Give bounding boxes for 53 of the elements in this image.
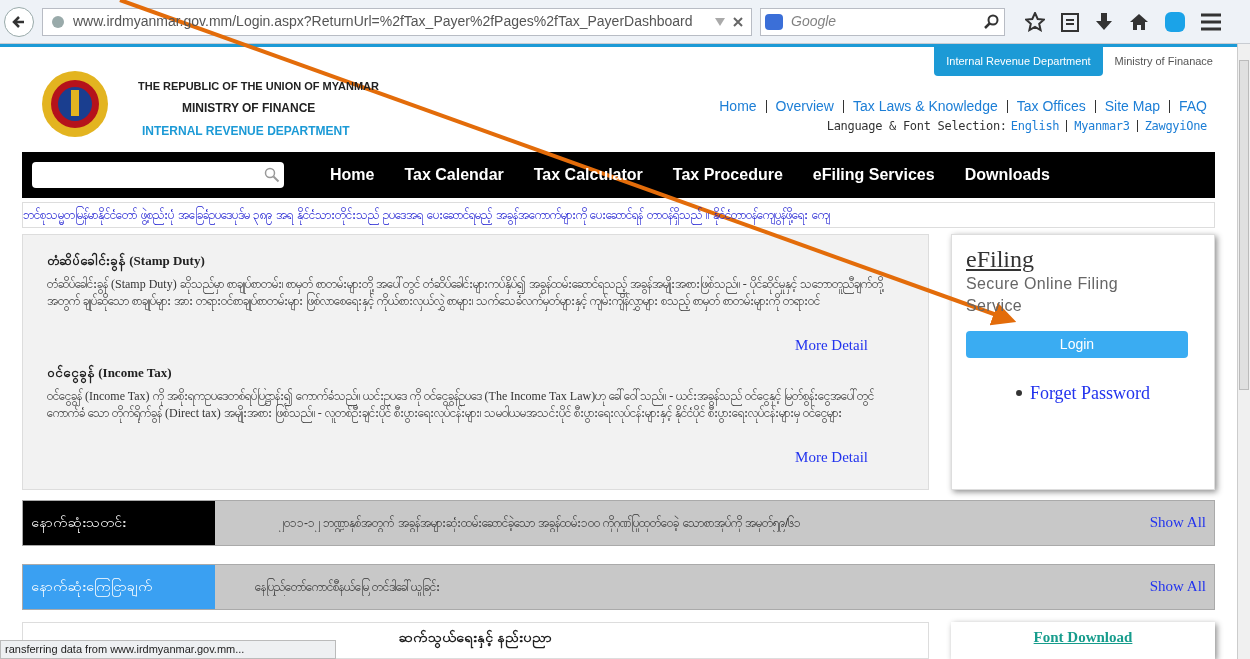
header-link[interactable]: Tax Offices — [1016, 95, 1086, 117]
language-link[interactable]: English — [1010, 116, 1060, 135]
efiling-title: eFiling — [966, 244, 1035, 273]
language-link[interactable]: ZawgyiOne — [1144, 116, 1207, 135]
department-name: INTERNAL REVENUE DEPARTMENT — [142, 123, 351, 140]
header-link[interactable]: Tax Laws & Knowledge — [852, 95, 998, 117]
news-text: ၂၀၁၁-၁၂ ဘဏ္ဍာနှစ်အတွက် အခွန်အများဆုံးထမ်းဆောင်ခဲ့သော အခွန်ထမ်း၁၀၀ ကိုဂုဏ်ပြုထုတ်ဝေခဲ့ သောစာအုပ်ကို အမှတ်၅၉/၆၁ — [279, 513, 803, 532]
search-field[interactable]: Google — [760, 7, 1005, 36]
nav-item[interactable]: Downloads — [964, 162, 1050, 187]
dropdown-icon — [715, 17, 725, 26]
search-icon — [264, 166, 280, 183]
article-title: တံဆိပ်ခေါင်းခွန် (Stamp Duty) — [47, 250, 904, 270]
back-arrow-icon — [12, 14, 26, 29]
font-download-link[interactable]: Font Download — [1033, 625, 1133, 659]
header-link[interactable]: Site Map — [1104, 95, 1160, 117]
article-body: တံဆိပ်ခေါင်းခွန် (Stamp Duty) ဆိုသည်မှာ စာချုပ်စာတမ်း၊ စာမှတ် စာတမ်းများတို့ အပေါ်တွင် တံဆိပ်ခေါင်းများကပ်နှိပ်၍ အခွန်ထမ်းဆောင်ရသည့် အခွန်အမျိုးအစားဖြစ်သည်။ - ပိုင်ဆိုင်မှုနှင့် သဘောတူညီချက်တို့ အတွက် ချုပ်ဆိုသော စာချုပ်များ အား တရားဝင်စာချုပ်စာတမ်းများ ဖြစ်လာစေရေးနှင့် ကိုယ်စားလှယ်လွှဲ စာများ၊ သက်သေခံလက်မှတ်များနှင့် ကျမ်းကျိန်လွှာများ စသည့် စာမှတ် စာတမ်းများကို တရားဝင် — [47, 276, 904, 328]
header-link[interactable]: FAQ — [1179, 95, 1207, 117]
news-label: နောက်ဆုံးကြေငြာချက် — [23, 564, 215, 609]
status-bar: ransferring data from www.irdmyanmar.gov.mm... — [0, 640, 336, 659]
forget-password-link[interactable]: Forget Password — [1029, 379, 1151, 407]
nav-item[interactable]: eFiling Services — [812, 162, 935, 187]
efiling-subtitle: Secure Online Filing Service — [966, 273, 1120, 316]
nav-item[interactable]: Tax Calendar — [404, 162, 504, 187]
login-button[interactable]: Login — [966, 330, 1188, 358]
bullet-icon — [1015, 390, 1022, 396]
news-label: နောက်ဆုံးသတင်း — [23, 500, 215, 545]
header-link[interactable]: Overview — [775, 95, 834, 117]
nav-item[interactable]: Home — [330, 162, 375, 187]
article-title: ဝင်ငွေခွန် (Income Tax) — [47, 362, 904, 382]
show-all-link[interactable]: Show All — [1149, 511, 1206, 534]
nav-item[interactable]: Tax Procedure — [672, 162, 783, 187]
language-link[interactable]: Myanmar3 — [1074, 116, 1130, 135]
show-all-link[interactable]: Show All — [1149, 575, 1206, 598]
menu-icon[interactable] — [1201, 12, 1221, 31]
vertical-scrollbar[interactable] — [1237, 44, 1250, 659]
news-text: နေပြည်တော်ကောင်စီနယ်မြေ တင်ဒါခေါ်ယူခြင်း — [255, 577, 442, 596]
close-icon — [733, 16, 743, 27]
back-button[interactable] — [4, 6, 34, 37]
download-icon[interactable] — [1095, 11, 1113, 32]
more-detail-link[interactable]: More Detail — [795, 334, 868, 357]
header-link[interactable]: Home — [719, 95, 757, 117]
header-line: MINISTRY OF FINANCE — [182, 100, 317, 117]
language-label: Language & Font Selection: — [826, 117, 1007, 135]
site-search-field[interactable] — [32, 161, 284, 188]
star-icon[interactable] — [1025, 11, 1045, 32]
more-detail-link[interactable]: More Detail — [795, 446, 868, 469]
clipboard-icon[interactable] — [1061, 11, 1079, 32]
home-icon[interactable] — [1129, 11, 1149, 32]
article-body: ဝင်ငွေခွန် (Income Tax) ကို အစိုးရကဥပဒေတစ်ရပ်ပြဋ္ဌာန်း၍ ကောက်ခံသည်။ ယင်းဥပဒေ ကို ဝင်ငွေခွန်ဥပဒေ (The Income Tax Law)ဟု ခေါ်ဝေါ်သည်။ - ယင်းအခွန်သည် ဝင်ငွေနှင့် မြတ်စွန်းငွေအပေါ်တွင် ကောက်ခံ သော တိုက်ရိုက်ခွန် (Direct tax) အမျိုးအစား ဖြစ်သည်။ - လူတစ်ဦးချင်းပိုင် စီးပွားရေးလုပ်ငန်းများ၊ သမဝါယမအသင်းပိုင် စီးပွားရေးလုပ်ငန်းများနှင့် နိုင်ငံပိုင် စီးပွားရေးလုပ်ငန်းများမှ ဝင်ငွေများ — [47, 388, 904, 440]
search-icon — [984, 13, 1000, 30]
section-heading: ဆက်သွယ်ရေးနှင့် နည်းပညာ — [399, 626, 552, 658]
top-tab[interactable]: Internal Revenue Department — [934, 47, 1103, 76]
search-input[interactable]: Google — [791, 11, 976, 32]
